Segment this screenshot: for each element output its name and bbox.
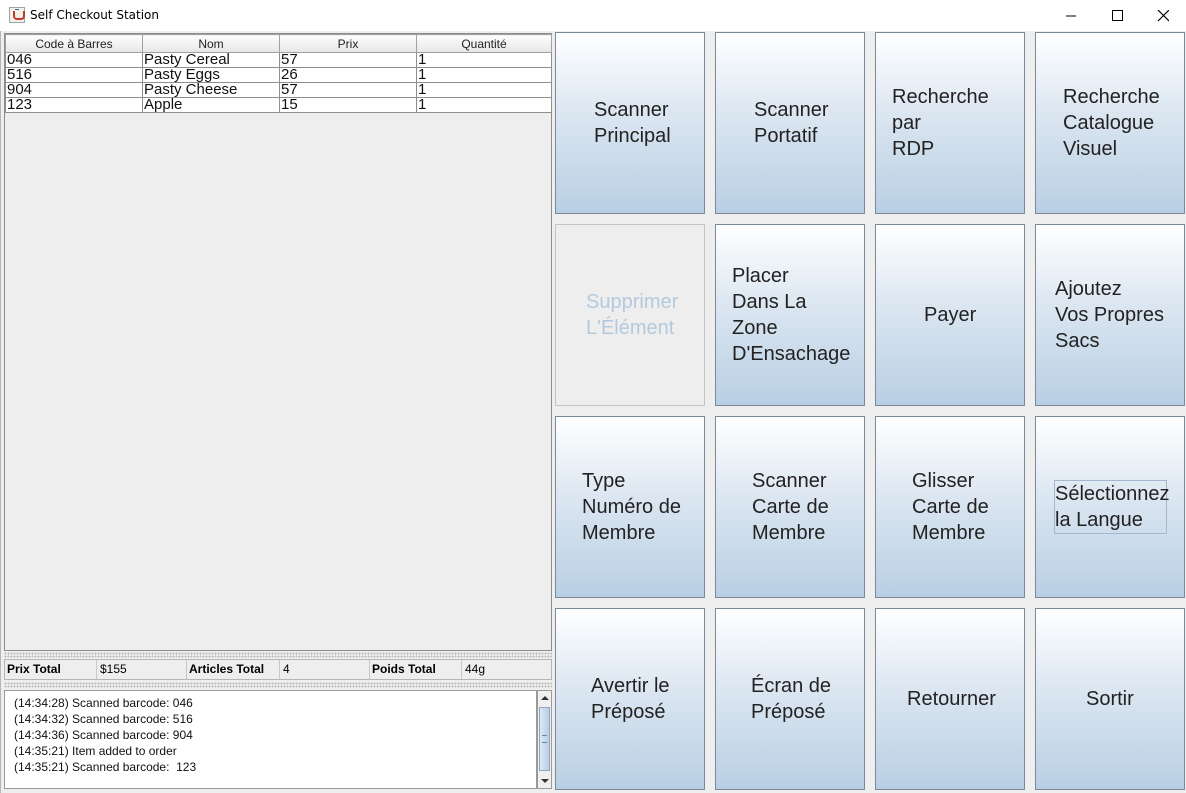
total-weight-label: Poids Total (370, 660, 462, 679)
plu-search-label: Recherche par RDP (892, 86, 989, 160)
java-app-icon (9, 7, 25, 23)
place-in-bagging-area-label: Placer Dans La Zone D'Ensachage (732, 265, 851, 365)
handheld-scanner-button[interactable]: Scanner Portatif (715, 32, 865, 214)
pay-button[interactable]: Payer (875, 224, 1025, 406)
close-icon (1157, 10, 1169, 22)
exit-label: Sortir (1086, 688, 1134, 710)
back-button[interactable]: Retourner (875, 608, 1025, 790)
visual-catalogue-label: Recherche Catalogue Visuel (1063, 86, 1160, 160)
notify-attendant-button[interactable]: Avertir le Préposé (555, 608, 705, 790)
cell-name[interactable]: Pasty Eggs (142, 67, 280, 83)
cell-name[interactable]: Pasty Cheese (142, 82, 280, 98)
maximize-button[interactable] (1094, 0, 1140, 31)
scan-member-card-button[interactable]: Scanner Carte de Membre (715, 416, 865, 598)
cell-name[interactable]: Pasty Cereal (142, 52, 280, 68)
totals-bar: Prix Total $155 Articles Total 4 Poids T… (4, 659, 552, 680)
log-line: (14:34:36) Scanned barcode: 904 (14, 728, 193, 742)
column-header-quantity[interactable]: Quantité (416, 34, 552, 53)
swipe-member-card-button[interactable]: Glisser Carte de Membre (875, 416, 1025, 598)
cell-price[interactable]: 15 (279, 97, 417, 113)
cell-barcode[interactable]: 046 (5, 52, 143, 68)
attendant-screen-label: Écran de Préposé (751, 675, 832, 723)
cell-quantity[interactable]: 1 (416, 82, 552, 98)
place-in-bagging-area-button[interactable]: Placer Dans La Zone D'Ensachage (715, 224, 865, 406)
cell-price[interactable]: 57 (279, 52, 417, 68)
main-scanner-button[interactable]: Scanner Principal (555, 32, 705, 214)
table-row[interactable]: 904 Pasty Cheese 57 1 (5, 82, 552, 98)
pay-label: Payer (924, 304, 977, 326)
cell-barcode[interactable]: 123 (5, 97, 143, 113)
table-row[interactable]: 123 Apple 15 1 (5, 97, 552, 113)
add-own-bags-label: Ajoutez Vos Propres Sacs (1055, 278, 1164, 352)
swipe-member-card-label: Glisser Carte de Membre (912, 470, 989, 544)
cell-barcode[interactable]: 516 (5, 67, 143, 83)
cell-quantity[interactable]: 1 (416, 67, 552, 83)
cart-panel: Code à Barres Nom Prix Quantité 046 Past… (0, 31, 553, 793)
column-header-name[interactable]: Nom (142, 34, 280, 53)
handheld-scanner-label: Scanner Portatif (754, 99, 829, 147)
minimize-button[interactable] (1048, 0, 1094, 31)
table-row[interactable]: 516 Pasty Eggs 26 1 (5, 67, 552, 83)
notify-attendant-label: Avertir le Préposé (591, 675, 670, 723)
add-own-bags-button[interactable]: Ajoutez Vos Propres Sacs (1035, 224, 1185, 406)
scroll-thumb[interactable] (539, 707, 550, 771)
close-button[interactable] (1140, 0, 1186, 31)
column-header-price[interactable]: Prix (279, 34, 417, 53)
plu-search-button[interactable]: Recherche par RDP (875, 32, 1025, 214)
minimize-icon (1066, 15, 1076, 17)
total-price-label: Prix Total (5, 660, 97, 679)
action-button-grid: Scanner Principal Scanner Portatif Reche… (553, 31, 1186, 793)
column-header-barcode[interactable]: Code à Barres (5, 34, 143, 53)
title-bar: Self Checkout Station (0, 0, 1186, 32)
log-line: (14:34:28) Scanned barcode: 046 (14, 696, 193, 710)
split-pane-divider-top[interactable] (4, 652, 552, 658)
log-scrollbar[interactable] (537, 690, 552, 789)
attendant-screen-button[interactable]: Écran de Préposé (715, 608, 865, 790)
visual-catalogue-button[interactable]: Recherche Catalogue Visuel (1035, 32, 1185, 214)
cell-name[interactable]: Apple (142, 97, 280, 113)
maximize-icon (1112, 10, 1123, 21)
cell-price[interactable]: 57 (279, 82, 417, 98)
total-weight-value: 44g (465, 662, 486, 676)
main-scanner-label: Scanner Principal (594, 99, 671, 147)
select-language-button[interactable]: Sélectionnez la Langue (1035, 416, 1185, 598)
scroll-up-arrow-icon[interactable] (538, 691, 551, 705)
cell-quantity[interactable]: 1 (416, 52, 552, 68)
split-pane-divider-bottom[interactable] (4, 682, 552, 688)
table-row[interactable]: 046 Pasty Cereal 57 1 (5, 52, 552, 68)
scroll-down-arrow-icon[interactable] (538, 774, 551, 788)
event-log[interactable]: (14:34:28) Scanned barcode: 046 (14:34:3… (4, 690, 537, 789)
scan-member-card-label: Scanner Carte de Membre (752, 470, 829, 544)
back-label: Retourner (907, 688, 996, 710)
cart-table: Code à Barres Nom Prix Quantité 046 Past… (5, 34, 552, 113)
table-header-row: Code à Barres Nom Prix Quantité (5, 34, 552, 53)
log-line: (14:34:32) Scanned barcode: 516 (14, 712, 193, 726)
window-title: Self Checkout Station (30, 8, 159, 22)
remove-item-label: Supprimer L'Élément (586, 291, 679, 339)
cell-price[interactable]: 26 (279, 67, 417, 83)
total-items-label: Articles Total (187, 660, 280, 679)
remove-item-button[interactable]: Supprimer L'Élément (555, 224, 705, 406)
select-language-label: Sélectionnez la Langue (1055, 483, 1170, 531)
log-line: (14:35:21) Scanned barcode: 123 (14, 760, 197, 774)
type-member-number-button[interactable]: Type Numéro de Membre (555, 416, 705, 598)
total-items-value: 4 (280, 660, 370, 679)
cart-table-scrollpane[interactable]: Code à Barres Nom Prix Quantité 046 Past… (4, 33, 552, 651)
log-line: (14:35:21) Item added to order (14, 744, 177, 758)
type-member-number-label: Type Numéro de Membre (582, 470, 681, 544)
cell-barcode[interactable]: 904 (5, 82, 143, 98)
cell-quantity[interactable]: 1 (416, 97, 552, 113)
exit-button[interactable]: Sortir (1035, 608, 1185, 790)
total-price-value: $155 (97, 660, 187, 679)
